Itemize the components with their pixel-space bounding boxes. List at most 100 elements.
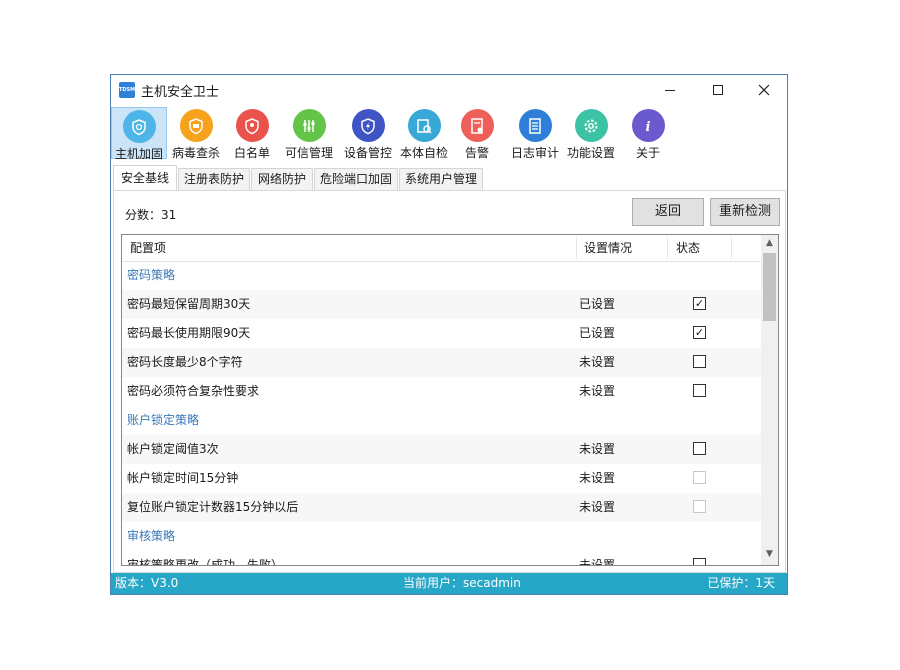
toolbar-item-7[interactable]: 告警: [455, 107, 499, 160]
toolbar-item-label: 白名单: [233, 146, 270, 160]
self-check-icon: [407, 109, 441, 142]
table-row[interactable]: 密码最长使用期限90天 已设置 ✓: [122, 319, 761, 348]
toolbar-item-label: 本体自检: [399, 146, 448, 160]
table-row[interactable]: 密码长度最少8个字符 未设置: [122, 348, 761, 377]
tab-3[interactable]: 网络防护: [251, 168, 313, 190]
setting-status: 未设置: [579, 442, 616, 456]
window-title: 主机安全卫士: [141, 85, 220, 100]
toolbar-item-4[interactable]: 可信管理: [281, 107, 337, 160]
config-item-name: 密码最长使用期限90天: [127, 326, 251, 340]
main-toolbar: 主机加固 病毒查杀 白名单 可信管理 设备管控 本体自检 告警 日志审计 功能设置 i 关于: [111, 105, 787, 161]
title-bar: TDSM 主机安全卫士: [111, 75, 787, 105]
tab-2[interactable]: 注册表防护: [178, 168, 250, 190]
status-bar: 版本：V3.0 当前用户：secadmin 已保护：1天: [111, 573, 787, 594]
setting-status: 已设置: [579, 297, 616, 311]
alert-doc-icon: [460, 109, 494, 142]
current-user-label: 当前用户：secadmin: [403, 576, 521, 590]
group-label: 审核策略: [127, 529, 176, 543]
table-row[interactable]: 审核策略更改（成功、失败） 未设置: [122, 551, 761, 566]
group-header: 审核策略: [122, 522, 761, 551]
toolbar-item-label: 主机加固: [114, 147, 163, 161]
info-icon: i: [631, 109, 665, 142]
config-item-name: 帐户锁定阈值3次: [127, 442, 219, 456]
log-icon: [518, 109, 552, 142]
toolbar-item-3[interactable]: 白名单: [230, 107, 274, 160]
header-divider: [576, 237, 577, 259]
group-header: 账户锁定策略: [122, 406, 761, 435]
setting-status: 未设置: [579, 558, 616, 566]
setting-status: 未设置: [579, 500, 616, 514]
sliders-icon: [292, 109, 326, 142]
config-item-name: 密码必须符合复杂性要求: [127, 384, 260, 398]
toolbar-item-label: 关于: [635, 146, 660, 160]
setting-status: 未设置: [579, 384, 616, 398]
status-checkbox[interactable]: [693, 355, 706, 368]
status-checkbox: [693, 500, 706, 513]
shield-search-icon: [122, 110, 156, 143]
status-checkbox[interactable]: [693, 442, 706, 455]
toolbar-item-label: 病毒查杀: [171, 146, 220, 160]
config-item-name: 密码最短保留周期30天: [127, 297, 251, 311]
lightning-shield-icon: [351, 109, 385, 142]
setting-status: 未设置: [579, 471, 616, 485]
header-setting[interactable]: 设置情况: [584, 235, 632, 261]
table-row[interactable]: 复位账户锁定计数器15分钟以后 未设置: [122, 493, 761, 522]
tab-1[interactable]: 安全基线: [113, 165, 177, 191]
close-icon: [758, 84, 770, 96]
header-config-item[interactable]: 配置项: [130, 235, 166, 261]
baseline-list: 配置项 设置情况 状态 密码策略 密码最短保留周期30天 已设置 ✓ 密码最长使用期限9…: [121, 234, 779, 566]
header-divider: [731, 237, 732, 259]
toolbar-item-10[interactable]: i 关于: [620, 107, 676, 160]
status-checkbox[interactable]: [693, 558, 706, 565]
vertical-scrollbar[interactable]: ▲ ▼: [761, 235, 778, 565]
toolbar-item-9[interactable]: 功能设置: [563, 107, 619, 160]
app-window: TDSM 主机安全卫士 主机加固 病毒查杀 白名单 可信管理 设备管控 本体自检 告警 日志审…: [110, 74, 788, 595]
toolbar-item-5[interactable]: 设备管控: [340, 107, 396, 160]
config-item-name: 复位账户锁定计数器15分钟以后: [127, 500, 299, 514]
protected-days-label: 已保护：1天: [707, 576, 775, 590]
config-item-name: 帐户锁定时间15分钟: [127, 471, 239, 485]
toolbar-item-2[interactable]: 病毒查杀: [168, 107, 224, 160]
status-checkbox: [693, 471, 706, 484]
toolbar-item-label: 日志审计: [510, 146, 559, 160]
config-item-name: 密码长度最少8个字符: [127, 355, 243, 369]
score-label: 分数：31: [125, 208, 177, 222]
group-header: 密码策略: [122, 261, 761, 290]
group-label: 账户锁定策略: [127, 413, 200, 427]
table-row[interactable]: 帐户锁定时间15分钟 未设置: [122, 464, 761, 493]
setting-status: 已设置: [579, 326, 616, 340]
version-label: 版本：V3.0: [115, 576, 179, 590]
svg-text:i: i: [646, 120, 651, 135]
app-logo: TDSM: [119, 82, 135, 98]
table-row[interactable]: 帐户锁定阈值3次 未设置: [122, 435, 761, 464]
setting-status: 未设置: [579, 355, 616, 369]
scroll-down-icon[interactable]: ▼: [764, 549, 775, 560]
toolbar-item-label: 告警: [464, 146, 489, 160]
back-button[interactable]: 返回: [632, 198, 704, 226]
header-divider: [667, 237, 668, 259]
status-checkbox[interactable]: [693, 384, 706, 397]
scrollbar-thumb[interactable]: [763, 253, 776, 321]
list-header: 配置项 设置情况 状态: [122, 235, 761, 262]
toolbar-item-8[interactable]: 日志审计: [507, 107, 563, 160]
close-button[interactable]: [741, 75, 787, 105]
checked-checkbox[interactable]: ✓: [693, 297, 706, 310]
maximize-icon: [713, 85, 723, 95]
scroll-up-icon[interactable]: ▲: [764, 238, 775, 249]
group-label: 密码策略: [127, 268, 176, 282]
tab-5[interactable]: 系统用户管理: [399, 168, 483, 190]
toolbar-item-label: 功能设置: [566, 146, 615, 160]
maximize-button[interactable]: [695, 75, 741, 105]
toolbar-item-1[interactable]: 主机加固: [111, 107, 167, 161]
header-status[interactable]: 状态: [676, 235, 700, 261]
minimize-button[interactable]: [647, 75, 693, 105]
recheck-button[interactable]: 重新检测: [710, 198, 780, 226]
checked-checkbox[interactable]: ✓: [693, 326, 706, 339]
config-item-name: 审核策略更改（成功、失败）: [127, 558, 284, 566]
toolbar-item-6[interactable]: 本体自检: [396, 107, 452, 160]
virus-shield-icon: [179, 109, 213, 142]
toolbar-item-label: 可信管理: [284, 146, 333, 160]
table-row[interactable]: 密码最短保留周期30天 已设置 ✓: [122, 290, 761, 319]
tab-4[interactable]: 危险端口加固: [314, 168, 398, 190]
table-row[interactable]: 密码必须符合复杂性要求 未设置: [122, 377, 761, 406]
